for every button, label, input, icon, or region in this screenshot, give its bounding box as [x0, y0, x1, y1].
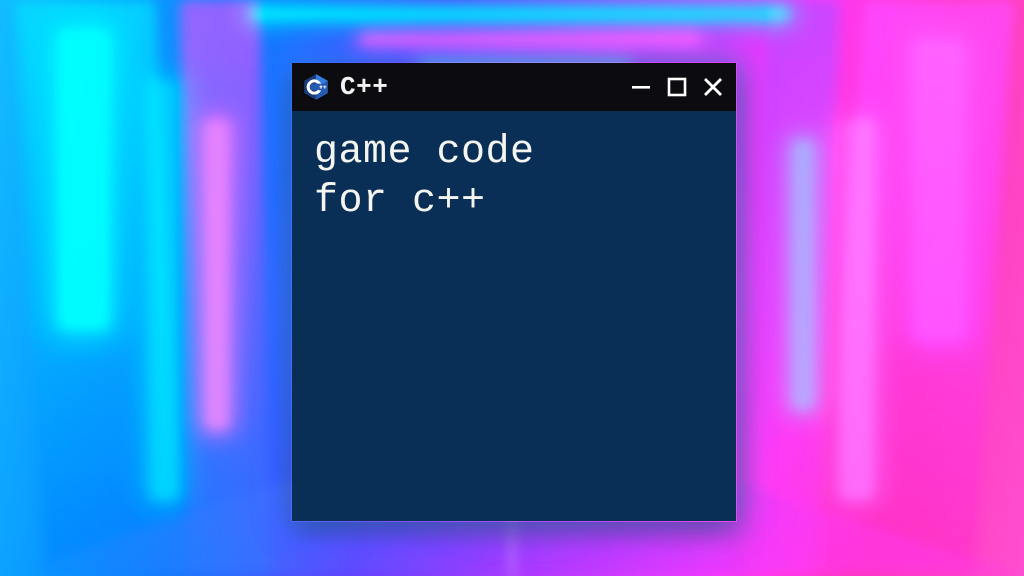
cpp-logo-icon: [302, 73, 330, 101]
terminal-content[interactable]: game code for c++: [292, 111, 736, 521]
minimize-icon: [631, 77, 651, 97]
close-icon: [702, 76, 724, 98]
titlebar[interactable]: C++: [292, 63, 736, 111]
maximize-icon: [667, 77, 687, 97]
close-button[interactable]: [702, 76, 724, 98]
window-controls: [630, 76, 724, 98]
maximize-button[interactable]: [666, 76, 688, 98]
app-window: C++: [291, 62, 737, 522]
window-title: C++: [340, 72, 388, 102]
minimize-button[interactable]: [630, 76, 652, 98]
titlebar-left: C++: [302, 72, 620, 102]
background: C++: [0, 0, 1024, 576]
